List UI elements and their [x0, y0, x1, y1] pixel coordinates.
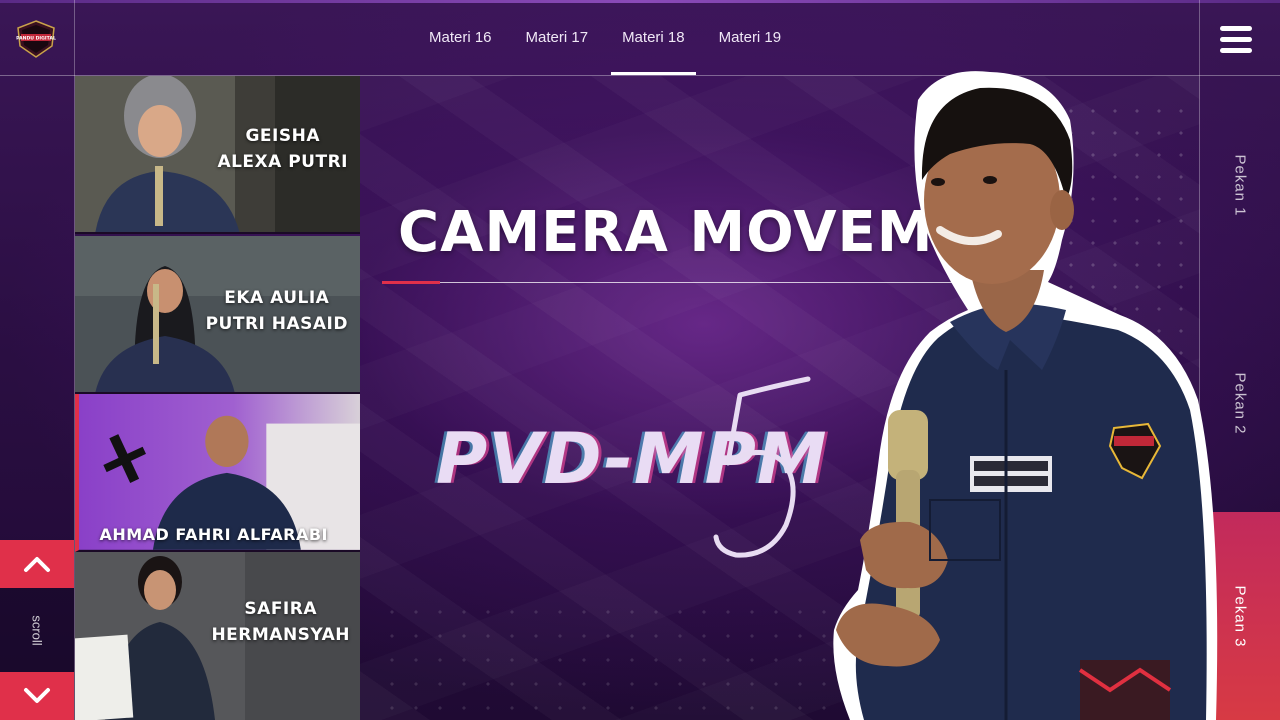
chevron-up-icon: [24, 557, 50, 572]
participant-card[interactable]: GEISHA ALEXA PUTRI: [75, 76, 360, 234]
tab-materi-16[interactable]: Materi 16: [412, 0, 509, 75]
participant-card[interactable]: SAFIRA HERMANSYAH: [75, 552, 360, 720]
pandu-digital-logo[interactable]: PANDU DIGITAL: [16, 20, 56, 58]
presenter-photo: [833, 71, 1218, 720]
svg-text:5: 5: [760, 484, 761, 486]
dot-pattern-bottom: [380, 600, 880, 710]
week-label: Pekan 3: [1231, 584, 1249, 648]
participant-card[interactable]: AHMAD FAHRI ALFARABI: [75, 394, 360, 552]
participant-name: EKA AULIA PUTRI HASAID: [205, 288, 348, 334]
scroll-label: scroll: [29, 614, 45, 646]
tab-materi-19[interactable]: Materi 19: [702, 0, 799, 75]
participant-card[interactable]: EKA AULIA PUTRI HASAID: [75, 236, 360, 394]
tab-materi-18[interactable]: Materi 18: [605, 0, 702, 75]
scroll-down-button[interactable]: [0, 672, 74, 720]
scroll-up-button[interactable]: [0, 540, 74, 588]
materi-nav: Materi 16 Materi 17 Materi 18 Materi 19: [412, 0, 798, 75]
event-number-five: 5: [713, 376, 811, 558]
tab-materi-17[interactable]: Materi 17: [509, 0, 606, 75]
week-label: Pekan 1: [1231, 153, 1249, 217]
week-label: Pekan 2: [1231, 371, 1249, 435]
title-accent: [382, 281, 440, 284]
participant-name: GEISHA ALEXA PUTRI: [217, 126, 348, 172]
svg-text:PANDU DIGITAL: PANDU DIGITAL: [16, 36, 56, 42]
menu-icon[interactable]: [1220, 26, 1252, 54]
participant-name: SAFIRA HERMANSYAH: [211, 599, 350, 645]
participant-name: AHMAD FAHRI ALFARABI: [99, 525, 328, 544]
chevron-down-icon: [24, 688, 50, 703]
